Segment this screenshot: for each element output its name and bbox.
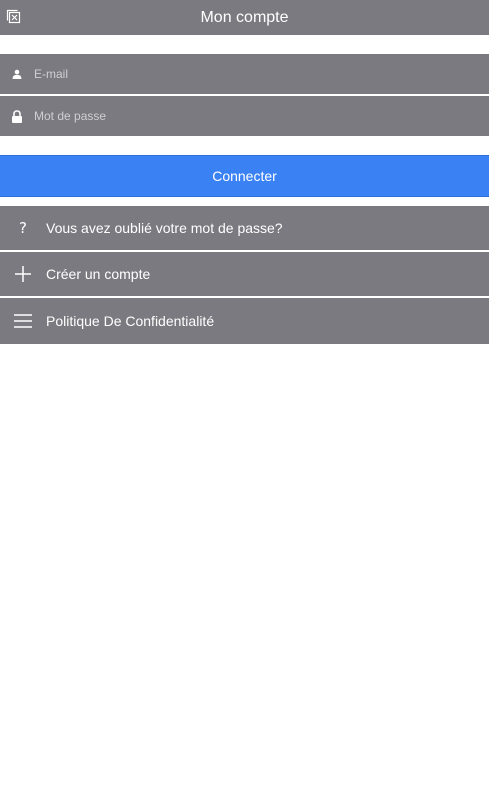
svg-text:?: ? [19,220,27,236]
close-window-icon [6,9,21,24]
menu-item-label: Vous avez oublié votre mot de passe? [46,220,283,236]
app-header: Mon compte [0,0,489,35]
user-icon [0,69,34,79]
password-field-row [0,96,489,136]
menu-item-label: Politique De Confidentialité [46,313,215,329]
account-menu: ? Vous avez oublié votre mot de passe? C… [0,206,489,344]
lock-icon [0,109,34,123]
close-window-button[interactable] [5,8,23,26]
create-account-item[interactable]: Créer un compte [0,252,489,298]
menu-lines-icon [0,314,46,328]
question-icon: ? [0,220,46,236]
forgot-password-item[interactable]: ? Vous avez oublié votre mot de passe? [0,206,489,252]
email-field-row [0,54,489,94]
email-input[interactable] [34,54,489,94]
page-title: Mon compte [200,8,289,26]
menu-item-label: Créer un compte [46,266,151,282]
privacy-policy-item[interactable]: Politique De Confidentialité [0,298,489,344]
password-input[interactable] [34,96,489,136]
connect-button[interactable]: Connecter [0,155,489,197]
plus-icon [0,266,46,282]
